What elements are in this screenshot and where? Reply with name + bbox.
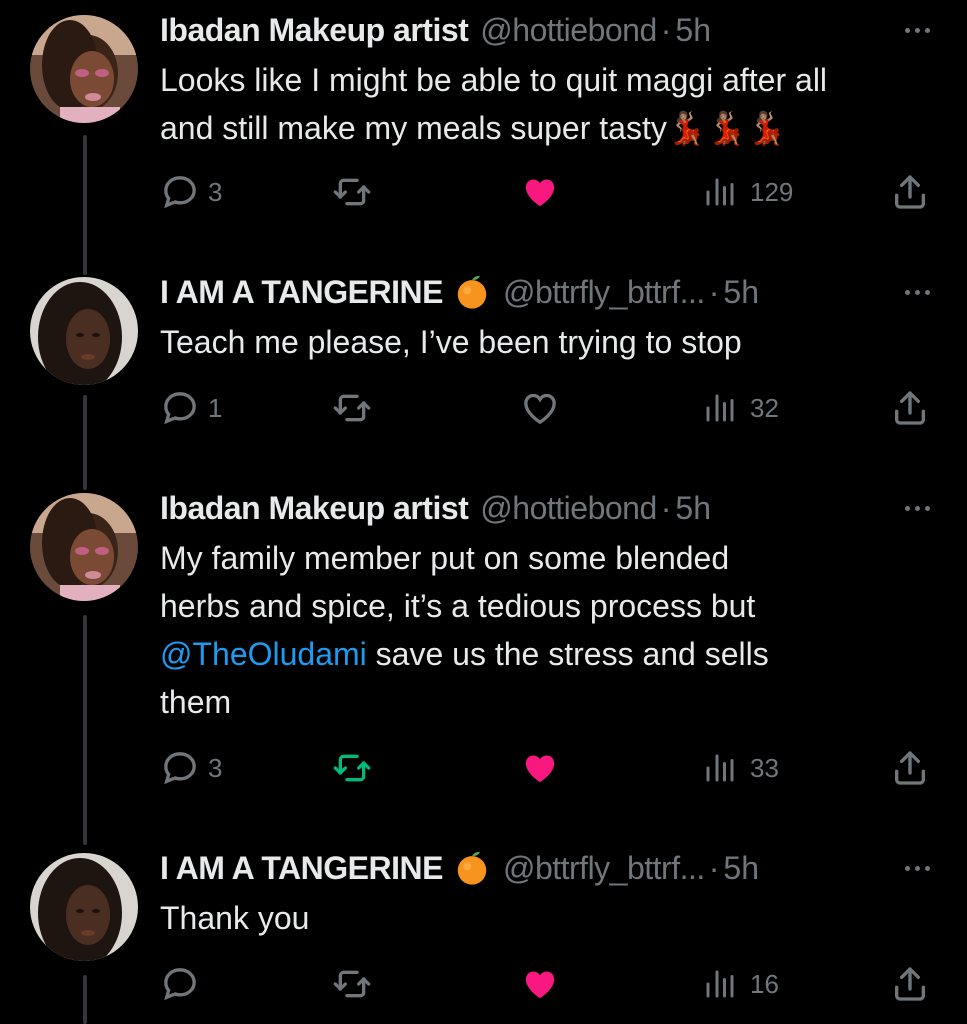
- heart-icon: [524, 393, 556, 425]
- reply-icon: [164, 392, 196, 425]
- views-icon: [706, 970, 734, 998]
- tweet[interactable]: I AM A TANGERINE @bttrfly_bttrf... · 5h …: [0, 272, 967, 442]
- tweet-header: Ibadan Makeup artist @hottiebond · 5h: [160, 10, 937, 50]
- like-button[interactable]: [520, 168, 568, 216]
- tweet-text-line: herbs and spice, it’s a tedious process …: [160, 588, 756, 624]
- more-icon[interactable]: [897, 854, 937, 882]
- like-button[interactable]: [520, 960, 568, 1008]
- orange-icon: [453, 273, 491, 311]
- display-name[interactable]: Ibadan Makeup artist: [160, 10, 469, 50]
- reply-button[interactable]: 3: [160, 744, 222, 792]
- share-button[interactable]: [890, 168, 930, 216]
- views-count: 33: [750, 752, 779, 783]
- tweet-text-line: Teach me please, I’ve been trying to sto…: [160, 324, 742, 360]
- separator: ·: [660, 12, 672, 48]
- views-button[interactable]: 16: [702, 960, 779, 1008]
- tweet-text-line: @TheOludami save us the stress and sells: [160, 630, 950, 678]
- tweet-text: My family member put on some blended her…: [160, 534, 950, 726]
- avatar[interactable]: [30, 853, 138, 961]
- more-icon[interactable]: [897, 278, 937, 306]
- tweet-text-line: them: [160, 684, 232, 720]
- views-button[interactable]: 32: [702, 384, 779, 432]
- share-icon: [895, 391, 925, 425]
- tweet[interactable]: Ibadan Makeup artist @hottiebond · 5h My…: [0, 488, 967, 808]
- display-name[interactable]: I AM A TANGERINE: [160, 848, 443, 888]
- retweet-icon: [333, 178, 371, 206]
- share-button[interactable]: [890, 384, 930, 432]
- avatar[interactable]: [30, 15, 138, 123]
- username[interactable]: @hottiebond: [480, 488, 657, 528]
- tweet-actions: 16: [160, 960, 935, 1008]
- share-button[interactable]: [890, 744, 930, 792]
- reply-button[interactable]: 3: [160, 168, 222, 216]
- tweet-actions: 3 129: [160, 168, 935, 216]
- tweet[interactable]: Ibadan Makeup artist @hottiebond · 5h Lo…: [0, 10, 967, 235]
- avatar[interactable]: [30, 493, 138, 601]
- heart-icon: [525, 755, 555, 783]
- timestamp[interactable]: 5h: [675, 488, 711, 528]
- reply-icon: [164, 968, 196, 1001]
- avatar[interactable]: [30, 277, 138, 385]
- reply-count: 1: [208, 392, 223, 423]
- views-count: 32: [750, 392, 779, 423]
- tweet-header: I AM A TANGERINE @bttrfly_bttrf... · 5h: [160, 272, 937, 312]
- separator: ·: [708, 274, 720, 310]
- reply-button[interactable]: 1: [160, 384, 222, 432]
- heart-icon: [525, 971, 555, 999]
- username[interactable]: @bttrfly_bttrf...: [503, 272, 705, 312]
- reply-icon: [164, 176, 196, 209]
- retweet-icon: [333, 754, 371, 782]
- tweet-text: Looks like I might be able to quit maggi…: [160, 56, 950, 152]
- retweet-button[interactable]: [332, 744, 380, 792]
- views-icon: [706, 178, 734, 206]
- tweet-actions: 1 32: [160, 384, 935, 432]
- like-button[interactable]: [520, 384, 568, 432]
- views-button[interactable]: 33: [702, 744, 779, 792]
- tweet-text-line: and still make my meals super tasty💃🏽💃🏽💃…: [160, 110, 787, 146]
- reply-count: 3: [208, 752, 223, 783]
- orange-icon: [453, 849, 491, 887]
- tweet-actions: 3 33: [160, 744, 935, 792]
- reply-count: 3: [208, 176, 223, 207]
- views-icon: [706, 754, 734, 782]
- tweet-text-line: My family member put on some blended: [160, 540, 730, 576]
- separator: ·: [708, 850, 720, 886]
- display-name[interactable]: I AM A TANGERINE: [160, 272, 443, 312]
- views-button[interactable]: 129: [702, 168, 793, 216]
- reply-icon: [164, 752, 196, 785]
- views-count: 129: [750, 176, 794, 207]
- username[interactable]: @hottiebond: [480, 10, 657, 50]
- tweet-text-line: Thank you: [160, 900, 310, 936]
- tweet-text: Thank you: [160, 894, 950, 942]
- share-icon: [895, 175, 925, 209]
- tweet-text: Teach me please, I’ve been trying to sto…: [160, 318, 950, 366]
- timestamp[interactable]: 5h: [723, 272, 759, 312]
- share-icon: [895, 967, 925, 1001]
- retweet-button[interactable]: [332, 960, 380, 1008]
- timestamp[interactable]: 5h: [675, 10, 711, 50]
- heart-icon: [525, 179, 555, 207]
- more-icon[interactable]: [897, 16, 937, 44]
- like-button[interactable]: [520, 744, 568, 792]
- more-icon[interactable]: [897, 494, 937, 522]
- display-name[interactable]: Ibadan Makeup artist: [160, 488, 469, 528]
- tweet-text-fragment: save us the stress and sells: [366, 636, 769, 672]
- views-icon: [706, 394, 734, 422]
- mention-link[interactable]: @TheOludami: [160, 636, 367, 672]
- reply-button[interactable]: [160, 960, 208, 1008]
- retweet-icon: [333, 394, 371, 422]
- timestamp[interactable]: 5h: [723, 848, 759, 888]
- share-button[interactable]: [890, 960, 930, 1008]
- tweet-header: Ibadan Makeup artist @hottiebond · 5h: [160, 488, 937, 528]
- separator: ·: [660, 490, 672, 526]
- tweet-header: I AM A TANGERINE @bttrfly_bttrf... · 5h: [160, 848, 937, 888]
- views-count: 16: [750, 968, 779, 999]
- retweet-icon: [333, 970, 371, 998]
- share-icon: [895, 751, 925, 785]
- retweet-button[interactable]: [332, 168, 380, 216]
- retweet-button[interactable]: [332, 384, 380, 432]
- tweet[interactable]: I AM A TANGERINE @bttrfly_bttrf... · 5h …: [0, 848, 967, 1024]
- username[interactable]: @bttrfly_bttrf...: [503, 848, 705, 888]
- tweet-text-line: Looks like I might be able to quit maggi…: [160, 62, 828, 98]
